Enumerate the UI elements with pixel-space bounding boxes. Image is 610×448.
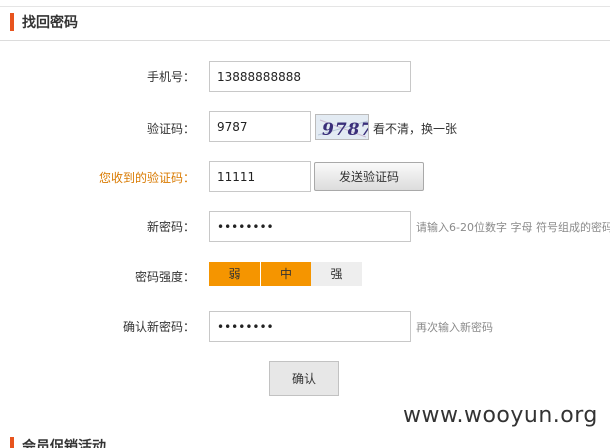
- strength-medium: 中: [260, 262, 311, 286]
- send-code-button[interactable]: 发送验证码: [314, 162, 424, 191]
- phone-label: 手机号：: [146, 70, 195, 84]
- confirm-button[interactable]: 确认: [269, 361, 339, 396]
- section-header: 找回密码: [10, 12, 78, 32]
- new-password-hint: 请输入6-20位数字 字母 符号组成的密码: [416, 221, 610, 234]
- strength-weak: 弱: [209, 262, 260, 286]
- next-section-header: 会员促销活动: [10, 436, 106, 448]
- header-divider: [0, 40, 610, 41]
- password-strength-meter: 弱 中 强: [209, 262, 362, 286]
- captcha-graphic: 9787: [316, 115, 369, 140]
- captcha-label: 验证码：: [146, 122, 195, 136]
- captcha-input[interactable]: [209, 111, 311, 142]
- confirm-password-input[interactable]: [209, 311, 411, 342]
- watermark: www.wooyun.org: [403, 403, 598, 428]
- confirm-password-hint: 再次输入新密码: [416, 321, 493, 334]
- phone-input[interactable]: [209, 61, 411, 92]
- section-marker: [10, 13, 14, 31]
- confirm-password-label: 确认新密码：: [122, 320, 195, 334]
- strength-strong: 强: [311, 262, 362, 286]
- sms-code-label: 您收到的验证码：: [98, 171, 195, 185]
- page-title: 找回密码: [22, 15, 78, 31]
- section-marker: [10, 437, 14, 448]
- refresh-captcha-link[interactable]: 看不清，换一张: [373, 120, 457, 137]
- sms-code-input[interactable]: [209, 161, 311, 192]
- top-divider: [0, 6, 610, 7]
- new-password-label: 新密码：: [146, 220, 195, 234]
- new-password-input[interactable]: [209, 211, 411, 242]
- captcha-text: 9787: [322, 120, 369, 140]
- captcha-image[interactable]: 9787: [315, 114, 369, 140]
- next-section-title: 会员促销活动: [22, 439, 106, 448]
- strength-label: 密码强度：: [134, 270, 195, 284]
